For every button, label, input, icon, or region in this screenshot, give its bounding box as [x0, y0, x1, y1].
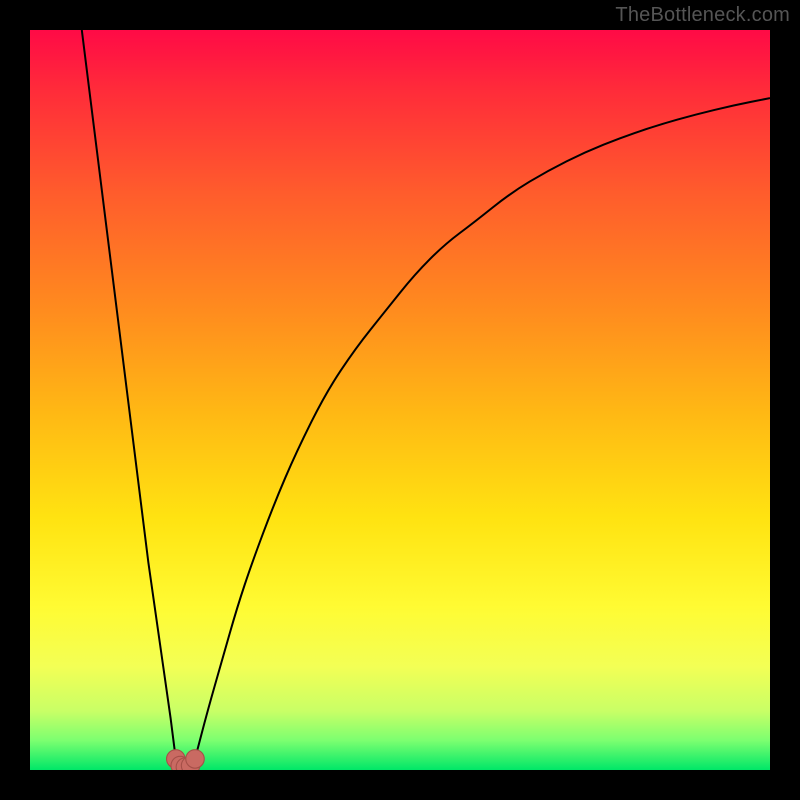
attribution-watermark: TheBottleneck.com: [615, 4, 790, 27]
curve-left-branch: [82, 30, 176, 759]
curve-right-branch: [195, 98, 770, 759]
curve-layer: [30, 30, 770, 770]
curve-group: [82, 30, 770, 770]
plot-area: [30, 30, 770, 770]
bottom-marker-cluster: [167, 750, 205, 770]
chart-frame: TheBottleneck.com: [0, 0, 800, 800]
marker-dot: [186, 750, 205, 769]
